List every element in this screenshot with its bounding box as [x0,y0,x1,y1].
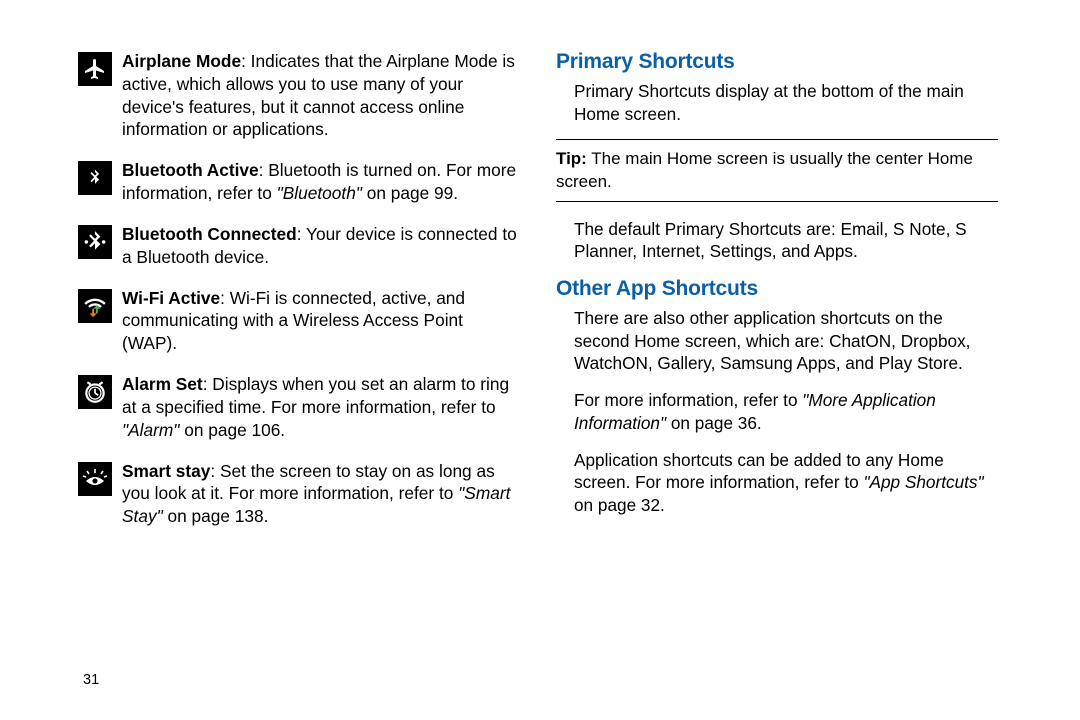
desc-alarm: Alarm Set: Displays when you set an alar… [122,373,518,441]
page-number: 31 [83,672,99,688]
row-wifi: Wi-Fi Active: Wi-Fi is connected, active… [78,287,518,355]
divider-top [556,139,998,140]
row-alarm: Alarm Set: Displays when you set an alar… [78,373,518,441]
page: Airplane Mode: Indicates that the Airpla… [0,0,1080,720]
row-smart-stay: Smart stay: Set the screen to stay on as… [78,460,518,528]
smart-stay-icon [78,462,112,496]
default-shortcuts: The default Primary Shortcuts are: Email… [574,218,998,263]
tip-line: Tip: The main Home screen is usually the… [556,146,998,194]
alarm-icon [78,375,112,409]
right-column: Primary Shortcuts Primary Shortcuts disp… [538,50,998,700]
row-bluetooth-connected: Bluetooth Connected: Your device is conn… [78,223,518,269]
other-app-shortcuts-intro: There are also other application shortcu… [574,307,998,375]
desc-bluetooth-connected: Bluetooth Connected: Your device is conn… [122,223,518,269]
desc-airplane: Airplane Mode: Indicates that the Airpla… [122,50,518,141]
desc-wifi: Wi-Fi Active: Wi-Fi is connected, active… [122,287,518,355]
divider-bottom [556,201,998,202]
bluetooth-connected-icon [78,225,112,259]
bluetooth-icon [78,161,112,195]
left-column: Airplane Mode: Indicates that the Airpla… [78,50,538,700]
row-bluetooth-active: Bluetooth Active: Bluetooth is turned on… [78,159,518,205]
app-shortcuts-ref: Application shortcuts can be added to an… [574,449,998,517]
row-airplane: Airplane Mode: Indicates that the Airpla… [78,50,518,141]
airplane-icon [78,52,112,86]
desc-smart-stay: Smart stay: Set the screen to stay on as… [122,460,518,528]
heading-primary-shortcuts: Primary Shortcuts [556,50,998,74]
primary-shortcuts-intro: Primary Shortcuts display at the bottom … [574,80,998,125]
desc-bluetooth-active: Bluetooth Active: Bluetooth is turned on… [122,159,518,205]
wifi-icon [78,289,112,323]
heading-other-app-shortcuts: Other App Shortcuts [556,277,998,301]
more-app-info-ref: For more information, refer to "More App… [574,389,998,434]
